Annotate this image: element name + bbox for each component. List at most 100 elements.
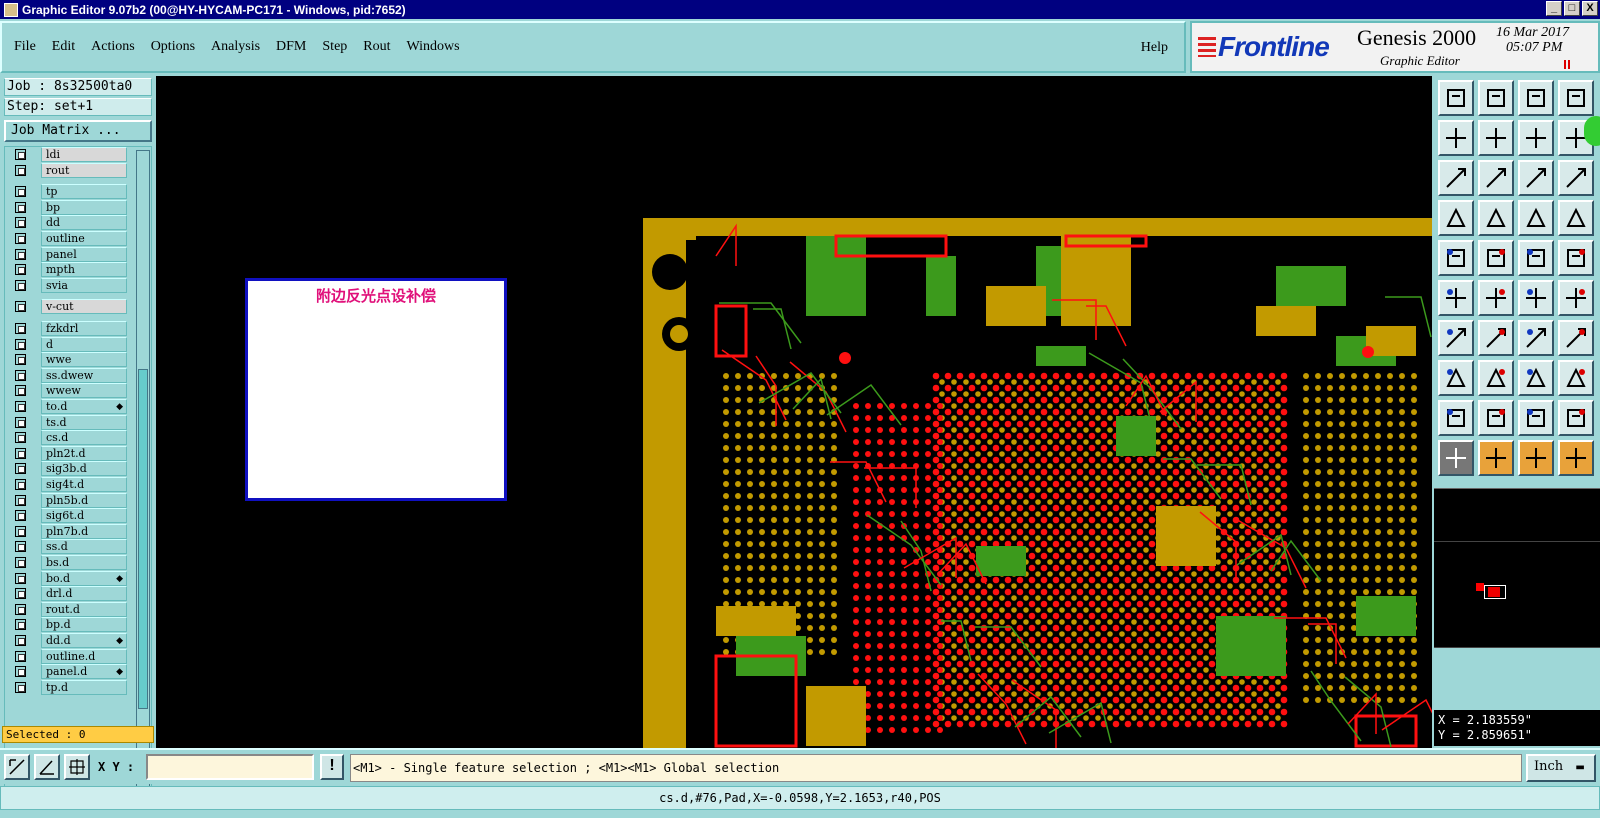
minimize-button[interactable]: _	[1546, 1, 1562, 16]
layer-row[interactable]: sig4t.d	[9, 477, 129, 492]
tool-button[interactable]	[1438, 120, 1474, 156]
menu-options[interactable]: Options	[151, 39, 195, 55]
unit-selector[interactable]: Inch ▬	[1526, 754, 1596, 782]
angle-mode-button[interactable]	[34, 754, 60, 780]
layer-name[interactable]: tp.d	[41, 679, 127, 695]
layer-row[interactable]: fzkdrl	[9, 321, 129, 336]
layer-checkbox[interactable]	[15, 510, 26, 522]
layer-name[interactable]: sig6t.d	[41, 508, 127, 524]
layer-name[interactable]: bs.d	[41, 555, 127, 570]
tool-button[interactable]	[1438, 240, 1474, 276]
layer-name[interactable]: panel.d ◆	[41, 664, 127, 680]
tool-button[interactable]	[1478, 280, 1514, 316]
layer-name[interactable]: wwew	[41, 383, 127, 399]
layer-checkbox[interactable]	[15, 650, 26, 662]
tool-button[interactable]	[1518, 360, 1554, 396]
tool-button[interactable]	[1478, 160, 1514, 196]
graphic-canvas[interactable]: 附边反光点设补偿	[156, 76, 1432, 748]
layer-name[interactable]: panel	[41, 246, 127, 262]
tool-button[interactable]	[1558, 80, 1594, 116]
tool-button[interactable]	[1438, 320, 1474, 356]
layer-row[interactable]: dd.d ◆	[9, 633, 129, 648]
layer-row[interactable]: panel.d ◆	[9, 664, 129, 680]
tool-button[interactable]	[1438, 160, 1474, 196]
layer-row[interactable]: outline	[9, 231, 129, 246]
layer-checkbox[interactable]	[15, 681, 26, 693]
layer-row[interactable]: ss.dwew	[9, 367, 129, 383]
tool-button[interactable]	[1558, 200, 1594, 236]
layer-checkbox[interactable]	[15, 149, 26, 160]
layer-name[interactable]: drl.d	[41, 586, 127, 602]
tool-button[interactable]	[1518, 440, 1554, 476]
tool-button[interactable]	[1518, 240, 1554, 276]
tool-button[interactable]	[1558, 360, 1594, 396]
layer-name[interactable]: bp	[41, 199, 127, 215]
layer-name[interactable]: tp	[41, 184, 127, 200]
tool-button[interactable]	[1518, 160, 1554, 196]
tool-button[interactable]	[1478, 400, 1514, 436]
layer-checkbox[interactable]	[15, 635, 26, 646]
grid-mode-button[interactable]	[64, 754, 90, 780]
layer-row[interactable]: pln2t.d	[9, 445, 129, 461]
layer-checkbox[interactable]	[15, 201, 26, 213]
layer-row[interactable]: bo.d ◆	[9, 570, 129, 586]
layer-checkbox[interactable]	[15, 264, 26, 276]
layer-checkbox[interactable]	[15, 572, 26, 584]
layer-checkbox[interactable]	[15, 541, 26, 553]
layer-name[interactable]: rout	[41, 162, 127, 178]
layer-name[interactable]: pln2t.d	[41, 445, 127, 461]
tool-button[interactable]	[1558, 400, 1594, 436]
layer-checkbox[interactable]	[15, 494, 26, 506]
layer-row[interactable]: bp.d	[9, 617, 129, 633]
layer-row[interactable]: drl.d	[9, 586, 129, 602]
tool-button[interactable]	[1478, 320, 1514, 356]
layer-name[interactable]: v-cut	[41, 299, 127, 315]
layer-name[interactable]: fzkdrl	[41, 321, 127, 336]
layer-checkbox[interactable]	[15, 666, 26, 678]
menu-help[interactable]: Help	[1141, 40, 1168, 56]
alert-button[interactable]: !	[320, 754, 344, 780]
layer-name[interactable]: mpth	[41, 262, 127, 278]
tool-button[interactable]	[1558, 320, 1594, 356]
layer-row[interactable]: to.d ◆	[9, 399, 129, 414]
tool-button[interactable]	[1438, 360, 1474, 396]
layer-name[interactable]: svia	[41, 277, 127, 293]
layer-row[interactable]: sig6t.d	[9, 508, 129, 524]
layer-row[interactable]: outline.d	[9, 648, 129, 664]
layer-checkbox[interactable]	[15, 557, 26, 568]
layer-row[interactable]: ss.d	[9, 539, 129, 555]
layer-row[interactable]: pln7b.d	[9, 523, 129, 539]
close-button[interactable]: X	[1582, 1, 1598, 16]
layer-scrollbar[interactable]	[136, 150, 150, 798]
layer-row[interactable]: v-cut	[9, 299, 129, 315]
layer-checkbox[interactable]	[15, 619, 26, 631]
layer-name[interactable]: outline.d	[41, 648, 127, 664]
layer-checkbox[interactable]	[15, 588, 26, 600]
layer-row[interactable]: ldi	[9, 147, 129, 162]
tool-button[interactable]	[1558, 160, 1594, 196]
tool-button[interactable]	[1438, 80, 1474, 116]
layer-name[interactable]: sig3b.d	[41, 461, 127, 477]
tool-button[interactable]	[1518, 400, 1554, 436]
tool-button[interactable]	[1438, 400, 1474, 436]
layer-checkbox[interactable]	[15, 416, 26, 428]
layer-row[interactable]: d	[9, 336, 129, 352]
menu-analysis[interactable]: Analysis	[211, 39, 260, 55]
tool-button[interactable]	[1478, 120, 1514, 156]
layer-checkbox[interactable]	[15, 301, 26, 313]
layer-row[interactable]: svia	[9, 277, 129, 293]
snap-mode-button[interactable]	[4, 754, 30, 780]
tool-button[interactable]	[1558, 240, 1594, 276]
layer-name[interactable]: outline	[41, 231, 127, 246]
layer-name[interactable]: ts.d	[41, 414, 127, 430]
layer-row[interactable]: ts.d	[9, 414, 129, 430]
maximize-button[interactable]: □	[1564, 1, 1580, 16]
overview-map[interactable]	[1434, 488, 1600, 648]
tool-button[interactable]	[1518, 120, 1554, 156]
layer-name[interactable]: ss.dwew	[41, 367, 127, 383]
layer-checkbox[interactable]	[15, 217, 26, 229]
layer-checkbox[interactable]	[15, 603, 26, 615]
tool-button[interactable]	[1478, 440, 1514, 476]
layer-row[interactable]: sig3b.d	[9, 461, 129, 477]
layer-checkbox[interactable]	[15, 401, 26, 412]
